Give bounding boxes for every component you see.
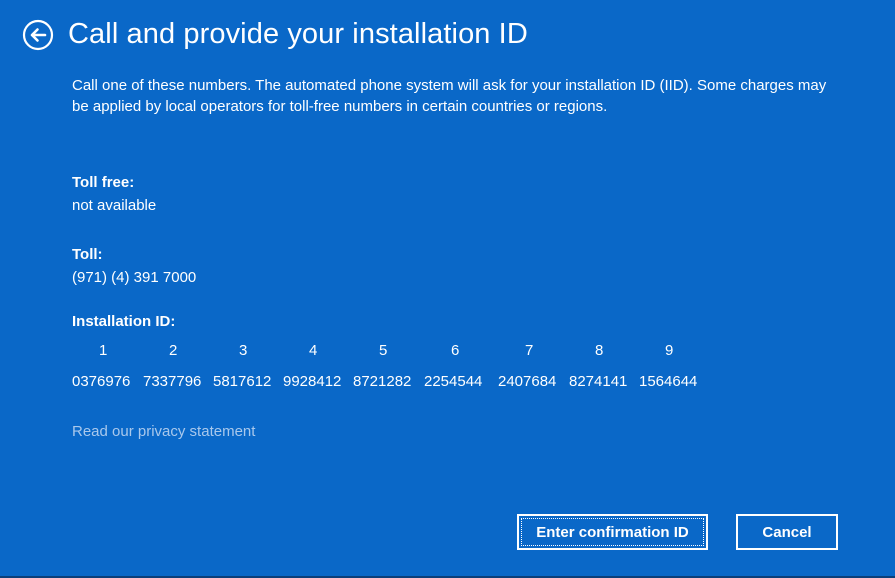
cancel-button[interactable]: Cancel bbox=[736, 514, 838, 550]
iid-group: 2407684 bbox=[498, 373, 557, 390]
enter-confirmation-id-button[interactable]: Enter confirmation ID bbox=[517, 514, 708, 550]
toll-free-label: Toll free: bbox=[72, 174, 135, 191]
toll-free-value: not available bbox=[72, 197, 157, 214]
iid-group: 2254544 bbox=[424, 373, 483, 390]
iid-index: 9 bbox=[665, 342, 674, 359]
iid-index: 4 bbox=[309, 342, 318, 359]
back-button[interactable] bbox=[22, 19, 54, 51]
iid-group: 7337796 bbox=[143, 373, 202, 390]
privacy-statement-link[interactable]: Read our privacy statement bbox=[72, 423, 255, 440]
iid-index: 1 bbox=[99, 342, 108, 359]
page-title: Call and provide your installation ID bbox=[68, 18, 528, 50]
iid-group: 8721282 bbox=[353, 373, 412, 390]
iid-index: 7 bbox=[525, 342, 534, 359]
back-arrow-circle-icon bbox=[22, 19, 54, 50]
iid-index: 8 bbox=[595, 342, 604, 359]
iid-group: 0376976 bbox=[72, 373, 131, 390]
iid-index: 2 bbox=[169, 342, 178, 359]
toll-value: (971) (4) 391 7000 bbox=[72, 269, 197, 286]
toll-label: Toll: bbox=[72, 246, 103, 263]
iid-index: 5 bbox=[379, 342, 388, 359]
iid-group: 8274141 bbox=[569, 373, 628, 390]
iid-index: 3 bbox=[239, 342, 248, 359]
iid-group: 9928412 bbox=[283, 373, 342, 390]
iid-index: 6 bbox=[451, 342, 460, 359]
installation-id-label: Installation ID: bbox=[72, 313, 176, 330]
iid-group: 5817612 bbox=[213, 373, 272, 390]
header: Call and provide your installation ID bbox=[22, 18, 528, 51]
iid-group: 1564644 bbox=[639, 373, 698, 390]
description-text: Call one of these numbers. The automated… bbox=[72, 77, 827, 115]
